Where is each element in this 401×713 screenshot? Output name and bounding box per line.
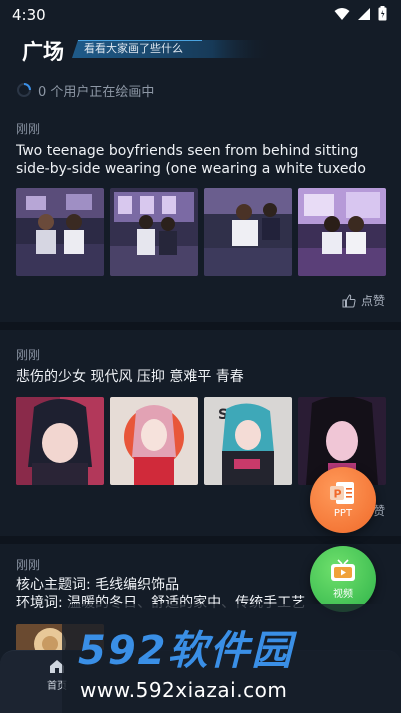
page-title: 广场 <box>22 40 64 64</box>
ppt-button[interactable]: P PPT <box>310 467 376 533</box>
like-label: 点赞 <box>360 294 385 308</box>
post-thumbnail[interactable] <box>204 188 292 276</box>
ppt-icon: P <box>330 481 354 504</box>
ppt-label: PPT <box>333 507 353 519</box>
status-icons <box>334 6 387 21</box>
video-label: 视频 <box>333 588 353 600</box>
post-thumbnail[interactable]: SA <box>204 397 292 485</box>
post-thumbnail[interactable] <box>16 397 104 485</box>
post-thumbnails <box>16 188 386 276</box>
tv-icon <box>331 558 355 581</box>
online-status: 0 个用户正在绘画中 <box>16 80 154 100</box>
post-prompt: 悲伤的少女 现代风 压抑 意难平 青春 <box>16 369 244 385</box>
thumbs-up-icon <box>342 293 356 307</box>
watermark-url: www.592xiazai.com <box>80 678 288 702</box>
page-subtitle: 看看大家画了些什么 <box>84 42 183 55</box>
header: 广场 看看大家画了些什么 <box>0 30 401 72</box>
online-count-text: 0 个用户正在绘画中 <box>38 84 155 100</box>
like-button[interactable]: 点赞 <box>342 292 385 309</box>
status-bar: 4:30 <box>0 0 401 30</box>
post-divider <box>0 536 401 544</box>
post-thumbnail[interactable] <box>110 397 198 485</box>
watermark: 592软件园 www.592xiazai.com <box>62 604 401 713</box>
status-time: 4:30 <box>12 6 46 24</box>
post-card[interactable]: 刚刚 Two teenage boyfriends seen from behi… <box>0 112 401 320</box>
post-time: 刚刚 <box>16 122 41 136</box>
wifi-icon <box>334 7 350 20</box>
post-thumbnail[interactable] <box>110 188 198 276</box>
watermark-brand: 592软件园 <box>78 628 294 674</box>
post-prompt: Two teenage boyfriends seen from behind … <box>16 143 366 177</box>
ppt-icon-letter: P <box>334 487 342 500</box>
post-time: 刚刚 <box>16 558 41 572</box>
battery-icon <box>378 6 387 21</box>
post-divider <box>0 322 401 330</box>
signal-icon <box>358 7 370 20</box>
post-time: 刚刚 <box>16 348 41 362</box>
post-thumbnail[interactable] <box>298 188 386 276</box>
post-thumbnail[interactable] <box>16 188 104 276</box>
spinner-icon <box>17 83 31 97</box>
video-button[interactable]: 视频 <box>310 546 376 612</box>
